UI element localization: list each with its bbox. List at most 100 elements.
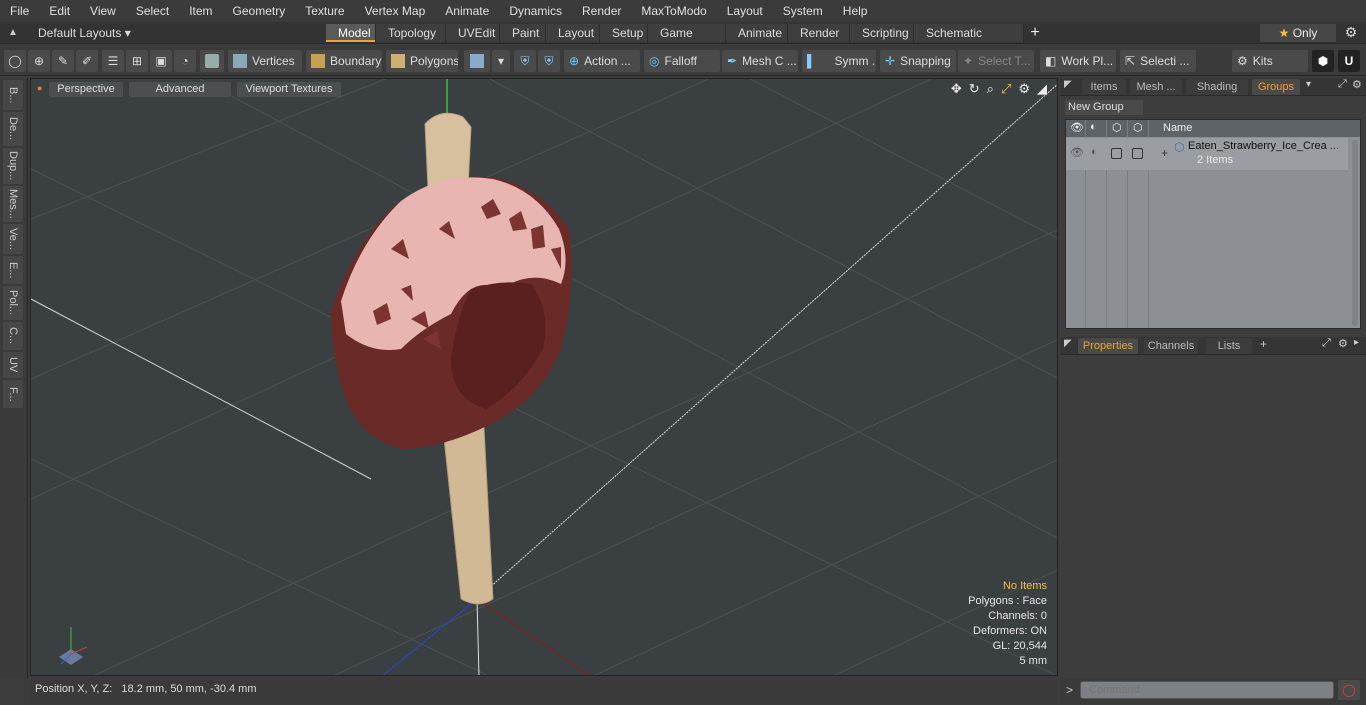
symmetry-button[interactable]: ▌ Symm ... [802,50,876,72]
tab-groups[interactable]: Groups [1252,79,1300,95]
left-tab-uv[interactable]: UV [3,352,23,378]
command-input[interactable] [1080,681,1334,699]
selection-sets-button[interactable]: ⇱ Selecti ... [1120,50,1196,72]
menu-vertex-map[interactable]: Vertex Map [355,0,436,22]
menu-geometry[interactable]: Geometry [223,0,296,22]
menu-edit[interactable]: Edit [39,0,80,22]
tab-render[interactable]: Render [788,23,850,42]
add-tab-icon-2[interactable]: + [1260,337,1267,351]
tab-items[interactable]: Items [1082,79,1126,95]
default-layouts-dropdown[interactable]: Default Layouts ▾ [26,26,326,40]
rotate-icon[interactable]: ↻ [969,81,980,97]
boundary-button[interactable]: Boundary [306,50,382,72]
name-column-header[interactable]: Name [1163,122,1192,134]
frame-tool[interactable]: ▣ [150,50,172,72]
expand-plus-icon[interactable]: + [1161,146,1168,160]
snap-shield-button[interactable]: ⛨ [538,50,560,72]
list-scrollbar[interactable] [1352,140,1358,326]
menu-texture[interactable]: Texture [295,0,354,22]
left-tab-b[interactable]: B... [3,80,23,110]
zoom-icon[interactable]: ⌕ [987,81,994,97]
symmetry-shield-button[interactable]: ⛨ [514,50,536,72]
tab-model[interactable]: Model [326,23,376,42]
pen-tool[interactable]: ✎ [52,50,74,72]
mesh-constraint-button[interactable]: ✒ Mesh C ... [722,50,798,72]
select-column-icon[interactable]: ⬡ [1133,121,1143,134]
left-tab-edge[interactable]: E... [3,256,23,284]
left-tab-curve[interactable]: C... [3,322,23,350]
advanced-button[interactable]: Advanced [129,82,231,97]
panel-more-icon[interactable]: ▸ [1354,337,1359,348]
row-eye-icon[interactable]: 👁 [1070,146,1084,159]
select-through-button[interactable]: ✦ Select T... [958,50,1034,72]
tab-lists[interactable]: Lists [1206,338,1252,354]
menu-select[interactable]: Select [126,0,179,22]
left-tab-deform[interactable]: De... [3,112,23,146]
menu-animate[interactable]: Animate [435,0,499,22]
modo-cube-button[interactable]: ⬢ [1312,50,1334,72]
left-tab-polygon[interactable]: Pol... [3,286,23,320]
render-toggle-icon[interactable]: ◐ [1090,121,1097,133]
brush-tool[interactable]: ✐ [76,50,98,72]
row-lock-checkbox[interactable] [1111,148,1122,159]
viewport-menu-dot[interactable]: ● [37,83,42,93]
snapping-button[interactable]: ✛ Snapping [880,50,956,72]
viewport-textures-button[interactable]: Viewport Textures [237,82,341,97]
tab-paint[interactable]: Paint [500,23,546,42]
tab-layout[interactable]: Layout [546,23,600,42]
panel-gear-icon[interactable]: ⚙ [1352,78,1362,91]
left-tab-duplicate[interactable]: Dup... [3,148,23,184]
move-icon[interactable]: ✥ [951,81,962,97]
panel-expand-icon[interactable]: ⤢ [1338,78,1347,91]
pie-tool[interactable]: ◔ [174,50,196,72]
menu-help[interactable]: Help [833,0,878,22]
select-circle-tool[interactable]: ◯ [4,50,26,72]
menu-render[interactable]: Render [572,0,631,22]
only-toggle[interactable]: ★ Only [1260,23,1336,42]
kits-button[interactable]: ⚙ Kits [1232,50,1308,72]
left-tab-mesh[interactable]: Mes... [3,186,23,222]
record-button[interactable]: ◯ [1338,680,1360,700]
tab-topology[interactable]: Topology [376,23,446,42]
items-mode-button[interactable] [200,50,224,72]
mode-dropdown[interactable]: ▾ [492,50,510,72]
tab-setup[interactable]: Setup [600,23,648,42]
layout-up-icon[interactable]: ▲ [0,27,26,38]
menu-maxtomodo[interactable]: MaxToModo [631,0,716,22]
perspective-button[interactable]: Perspective [49,82,123,97]
menu-dynamics[interactable]: Dynamics [499,0,572,22]
viewport-expand-icon[interactable]: ◢ [1037,81,1047,97]
menu-system[interactable]: System [773,0,833,22]
tabs-dropdown-icon[interactable]: ▾ [1306,79,1311,90]
work-plane-button[interactable]: ◧ Work Pl... [1040,50,1116,72]
new-group-button[interactable]: New Group [1065,100,1143,115]
left-tab-vertex[interactable]: Ve... [3,224,23,254]
row-render-icon[interactable]: ◐ [1091,146,1098,158]
polygons-button[interactable]: Polygons [386,50,458,72]
panel-expand-icon-2[interactable]: ⤢ [1322,337,1331,350]
tab-schematic-fusion[interactable]: Schematic Fusion [914,23,1024,58]
tab-properties[interactable]: Properties [1078,338,1138,354]
globe-tool[interactable]: ⊕ [28,50,50,72]
tab-uvedit[interactable]: UVEdit [446,23,500,42]
settings-icon[interactable]: ⚙ [1018,81,1030,97]
material-mode-button[interactable] [464,50,490,72]
menu-view[interactable]: View [80,0,126,22]
maximize-icon[interactable]: ⤢ [1001,81,1011,97]
tab-game-tools[interactable]: Game Tools [648,23,726,58]
3d-viewport[interactable]: ● Perspective Advanced Viewport Textures… [30,78,1058,676]
menu-file[interactable]: File [0,0,39,22]
add-tab-icon[interactable]: + [1024,24,1046,42]
tab-scripting[interactable]: Scripting [850,23,914,42]
group-row[interactable]: 👁 ◐ + ⬡ Eaten_Strawberry_Ice_Crea ... 2 … [1066,138,1348,170]
tab-animate[interactable]: Animate [726,23,788,42]
vertices-button[interactable]: Vertices [228,50,302,72]
tab-shading[interactable]: Shading [1186,79,1248,95]
grid-tool[interactable]: ⊞ [126,50,148,72]
align-tool[interactable]: ☰ [102,50,124,72]
tab-mesh[interactable]: Mesh ... [1130,79,1182,95]
panel-menu-icon[interactable]: ◤ [1064,79,1072,90]
menu-layout[interactable]: Layout [717,0,773,22]
tab-channels[interactable]: Channels [1144,338,1198,354]
action-center-button[interactable]: ⊕ Action ... [564,50,640,72]
